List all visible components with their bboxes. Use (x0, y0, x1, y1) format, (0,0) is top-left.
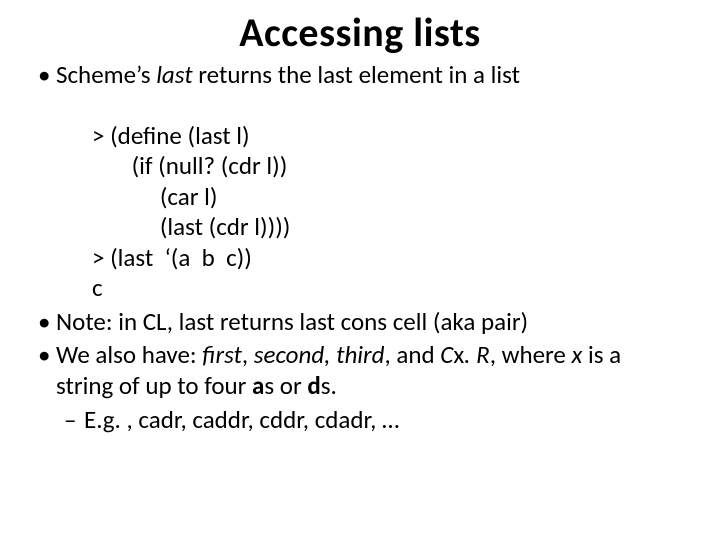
text-fragment: s. (321, 370, 337, 401)
slide: Accessing lists • Scheme’s last returns … (0, 0, 720, 540)
sub-bullet-eg: – E.g. , cadr, caddr, cddr, cdadr, … (64, 404, 684, 435)
text-cxr-r: . R (464, 339, 490, 370)
bullet-dot-icon: • (36, 339, 56, 402)
text-fragment: , (242, 339, 254, 370)
text-d-bold: d (307, 370, 320, 401)
text-x-italic: x (572, 339, 583, 370)
code-line: > (last ‘(a b c)) (92, 242, 252, 273)
text-a-bold: a (252, 370, 264, 401)
bullet-scheme-last: • Scheme’s last returns the last element… (36, 59, 684, 90)
text-fragment: , where (490, 339, 572, 370)
slide-title: Accessing lists (36, 8, 684, 57)
code-line: (if (null? (cdr l)) (92, 150, 287, 181)
text-fragment: s or (264, 370, 307, 401)
dash-icon: – (64, 404, 84, 435)
bullet-dot-icon: • (36, 306, 56, 337)
text-fragment: , and (384, 339, 440, 370)
text-fragment: Scheme’s (56, 59, 156, 90)
code-block: > (define (last l) (if (null? (cdr l)) (… (92, 90, 684, 304)
code-line: > (define (last l) (92, 120, 250, 151)
slide-body: • Scheme’s last returns the last element… (36, 59, 684, 435)
text-cxr-x: x (453, 339, 464, 370)
bullet-text: Note: in CL, last returns last cons cell… (56, 306, 684, 337)
text-cxr-c: C (440, 339, 453, 370)
bullet-text: We also have: first, second, third, and … (56, 339, 684, 402)
code-line: (car l) (92, 181, 217, 212)
code-line: (last (cdr l)))) (92, 211, 290, 242)
sub-bullet-text: E.g. , cadr, caddr, cddr, cdadr, … (84, 404, 399, 435)
bullet-note-cl: • Note: in CL, last returns last cons ce… (36, 306, 684, 337)
bullet-dot-icon: • (36, 59, 56, 90)
text-last-italic: last (156, 59, 192, 90)
text-fragment: returns the last element in a list (193, 59, 520, 90)
code-line: c (92, 272, 103, 303)
text-fragment: We also have: (56, 339, 202, 370)
bullet-we-also-have: • We also have: first, second, third, an… (36, 339, 684, 402)
text-second-third-italic: second, third (254, 339, 385, 370)
text-first-italic: first (202, 339, 242, 370)
bullet-text: Scheme’s last returns the last element i… (56, 59, 684, 90)
